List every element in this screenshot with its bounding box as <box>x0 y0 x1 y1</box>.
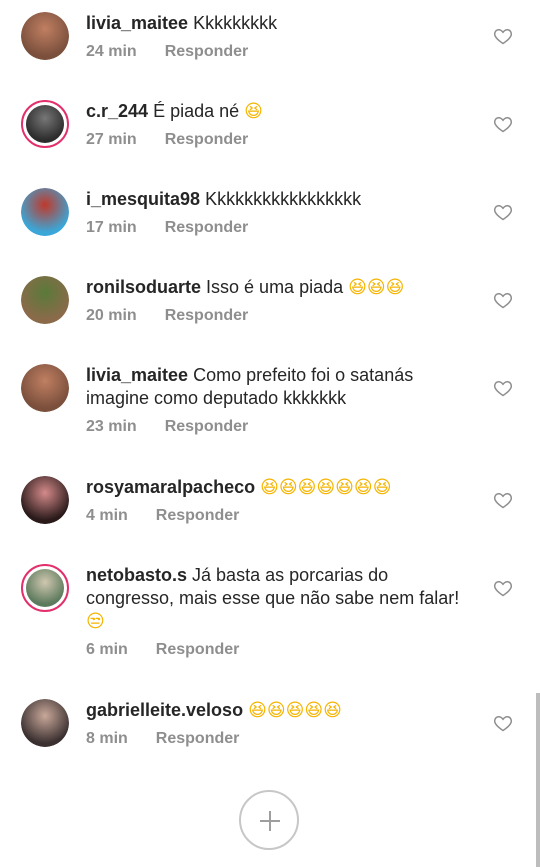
comment-meta: 8 min Responder <box>86 730 478 748</box>
comment-body: rosyamaralpacheco 😆😆😆😆😆😆😆 4 min Responder <box>86 476 478 525</box>
comment-meta: 20 min Responder <box>86 307 478 325</box>
reply-button[interactable]: Responder <box>156 730 240 748</box>
comment-body: netobasto.s Já basta as porcarias do con… <box>86 564 478 659</box>
plus-icon <box>260 811 280 831</box>
comment-body: livia_maitee Kkkkkkkkk 24 min Responder <box>86 12 478 61</box>
avatar[interactable] <box>21 564 69 612</box>
comment-meta: 27 min Responder <box>86 131 478 149</box>
comment-message: É piada né <box>153 101 240 121</box>
comment-time: 20 min <box>86 307 137 324</box>
heart-outline-icon[interactable] <box>493 114 513 134</box>
comment-body: livia_maitee Como prefeito foi o satanás… <box>86 364 478 436</box>
comment-time: 4 min <box>86 507 128 524</box>
avatar[interactable] <box>21 276 69 324</box>
comment-time: 27 min <box>86 131 137 148</box>
heart-outline-icon[interactable] <box>493 713 513 733</box>
reply-button[interactable]: Responder <box>165 418 249 436</box>
comment-text: netobasto.s Já basta as porcarias do con… <box>86 564 478 633</box>
comment-emoji: 😒 <box>86 611 105 632</box>
comment-message: Kkkkkkkkkkkkkkkkk <box>205 189 362 209</box>
comment-meta: 24 min Responder <box>86 43 478 61</box>
reply-button[interactable]: Responder <box>156 641 240 659</box>
comment-text: livia_maitee Kkkkkkkkk <box>86 12 478 35</box>
heart-outline-icon[interactable] <box>493 26 513 46</box>
comment-emoji: 😆😆😆 <box>348 277 405 298</box>
comment-meta: 4 min Responder <box>86 507 478 525</box>
comment-meta: 23 min Responder <box>86 418 478 436</box>
comment-emoji: 😆😆😆😆😆😆😆 <box>260 477 392 498</box>
avatar[interactable] <box>21 476 69 524</box>
comment-time: 17 min <box>86 219 137 236</box>
comment-username[interactable]: ronilsoduarte <box>86 277 201 297</box>
comment-time: 24 min <box>86 43 137 60</box>
comment-time: 8 min <box>86 730 128 747</box>
comment-text: rosyamaralpacheco 😆😆😆😆😆😆😆 <box>86 476 478 499</box>
heart-outline-icon[interactable] <box>493 290 513 310</box>
comment-emoji: 😆😆😆😆😆 <box>248 700 342 721</box>
add-comment-button[interactable] <box>239 790 299 850</box>
avatar[interactable] <box>21 188 69 236</box>
comment-text: i_mesquita98 Kkkkkkkkkkkkkkkkk <box>86 188 478 211</box>
comment-username[interactable]: netobasto.s <box>86 565 187 585</box>
avatar[interactable] <box>21 364 69 412</box>
avatar[interactable] <box>21 100 69 148</box>
comment-message: Isso é uma piada <box>206 277 344 297</box>
comment-username[interactable]: c.r_244 <box>86 101 148 121</box>
reply-button[interactable]: Responder <box>165 43 249 61</box>
heart-outline-icon[interactable] <box>493 202 513 222</box>
heart-outline-icon[interactable] <box>493 578 513 598</box>
comment-text: livia_maitee Como prefeito foi o satanás… <box>86 364 478 410</box>
comment-username[interactable]: rosyamaralpacheco <box>86 477 255 497</box>
comment-text: c.r_244 É piada né 😆 <box>86 100 478 123</box>
comment-message: Kkkkkkkkk <box>193 13 278 33</box>
comment-username[interactable]: gabrielleite.veloso <box>86 700 243 720</box>
reply-button[interactable]: Responder <box>165 307 249 325</box>
comment-body: i_mesquita98 Kkkkkkkkkkkkkkkkk 17 min Resp… <box>86 188 478 237</box>
heart-outline-icon[interactable] <box>493 378 513 398</box>
avatar[interactable] <box>21 12 69 60</box>
comment-username[interactable]: livia_maitee <box>86 13 188 33</box>
comment-body: ronilsoduarte Isso é uma piada 😆😆😆 20 min… <box>86 276 478 325</box>
comment-emoji: 😆 <box>244 101 263 122</box>
comment-meta: 6 min Responder <box>86 641 478 659</box>
comment-body: c.r_244 É piada né 😆 27 min Responder <box>86 100 478 149</box>
avatar[interactable] <box>21 699 69 747</box>
comment-meta: 17 min Responder <box>86 219 478 237</box>
comment-username[interactable]: livia_maitee <box>86 365 188 385</box>
heart-outline-icon[interactable] <box>493 490 513 510</box>
comment-username[interactable]: i_mesquita98 <box>86 189 200 209</box>
comment-text: ronilsoduarte Isso é uma piada 😆😆😆 <box>86 276 478 299</box>
reply-button[interactable]: Responder <box>165 219 249 237</box>
comment-body: gabrielleite.veloso 😆😆😆😆😆 8 min Responder <box>86 699 478 748</box>
reply-button[interactable]: Responder <box>156 507 240 525</box>
comment-time: 6 min <box>86 641 128 658</box>
comment-time: 23 min <box>86 418 137 435</box>
scrollbar[interactable] <box>536 693 540 867</box>
comment-text: gabrielleite.veloso 😆😆😆😆😆 <box>86 699 478 722</box>
reply-button[interactable]: Responder <box>165 131 249 149</box>
